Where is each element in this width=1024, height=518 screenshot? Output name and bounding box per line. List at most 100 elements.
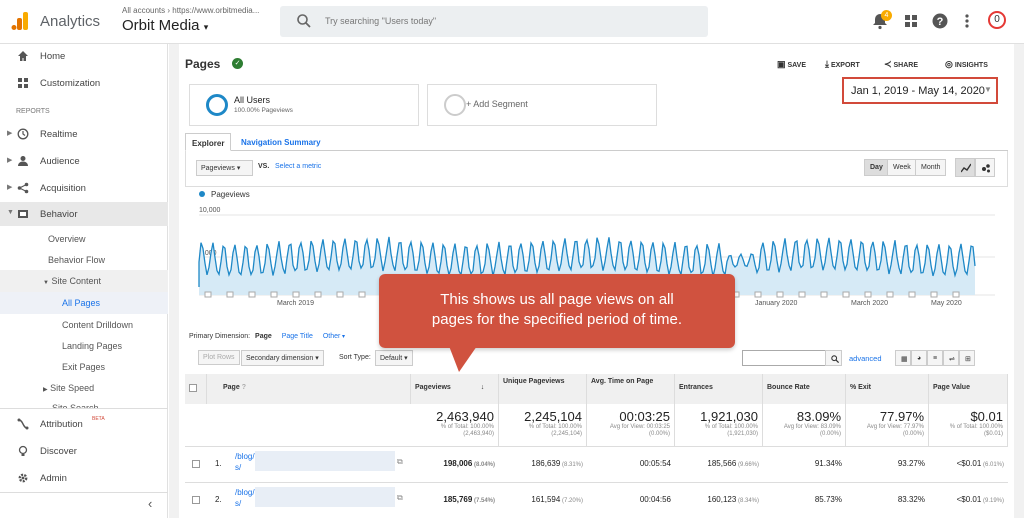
comparison-view-button[interactable]: ⇌ [943, 350, 959, 366]
header-unique-pageviews[interactable]: Unique Pageviews [499, 374, 587, 404]
motion-chart-button[interactable] [975, 158, 995, 177]
empty-segment-ring-icon [444, 94, 466, 116]
metric-select[interactable]: Pageviews ▾ [196, 160, 253, 176]
verified-check-icon: ✓ [232, 58, 243, 69]
annotation-marker[interactable] [798, 291, 806, 298]
page-link[interactable]: /blog/s/ [235, 451, 255, 473]
sidebar-item-landing-pages[interactable]: Landing Pages [62, 341, 122, 351]
apps-grid-icon[interactable] [902, 12, 920, 30]
help-icon[interactable]: ? [931, 12, 949, 30]
annotation-marker[interactable] [292, 291, 300, 298]
home-icon [18, 51, 28, 61]
sidebar-item-overview[interactable]: Overview [48, 234, 86, 244]
annotation-marker[interactable] [270, 291, 278, 298]
header-entrances[interactable]: Entrances [675, 374, 763, 404]
annotation-marker[interactable] [226, 291, 234, 298]
annotation-marker[interactable] [776, 291, 784, 298]
day-button[interactable]: Day [864, 159, 889, 176]
sidebar-item-site-speed[interactable]: ▶ Site Speed [43, 383, 94, 393]
week-button[interactable]: Week [887, 159, 917, 176]
annotation-marker[interactable] [952, 291, 960, 298]
sort-type-select[interactable]: Default ▾ [375, 350, 413, 366]
sidebar-item-content-drilldown[interactable]: Content Drilldown [62, 320, 133, 330]
annotation-marker[interactable] [820, 291, 828, 298]
select-all-checkbox[interactable] [189, 384, 197, 392]
header-avg-time[interactable]: Avg. Time on Page [587, 374, 675, 404]
table-row[interactable]: 1. /blog/s/ ⧉ 198,006 (8.04%) 186,639 (8.31%… [185, 446, 1008, 482]
sidebar-item-behavior[interactable]: ▼ Behavior [0, 202, 168, 226]
header-page[interactable]: Page ? [207, 374, 411, 404]
account-avatar[interactable]: 0 [988, 11, 1006, 29]
callout-line-2: pages for the specified period of time. [431, 311, 683, 328]
row-checkbox[interactable] [192, 460, 200, 468]
page-link[interactable]: /blog/s/ [235, 487, 255, 509]
sidebar-item-label: Admin [40, 473, 67, 484]
header-pageviews[interactable]: Pageviews ↓ [411, 374, 499, 404]
month-button[interactable]: Month [915, 159, 947, 176]
dimension-page[interactable]: Page [255, 333, 272, 340]
export-button[interactable]: ⤓ EXPORT [825, 59, 860, 70]
annotation-marker[interactable] [358, 291, 366, 298]
save-button[interactable]: ▣ SAVE [777, 59, 806, 70]
accounts-breadcrumb[interactable]: All accounts › https://www.orbitmedia... [122, 6, 259, 15]
annotation-marker[interactable] [886, 291, 894, 298]
pie-view-button[interactable]: ◕ [911, 350, 927, 366]
open-page-icon[interactable]: ⧉ [397, 457, 403, 467]
header-bounce-rate[interactable]: Bounce Rate [763, 374, 846, 404]
tab-navigation-summary[interactable]: Navigation Summary [235, 133, 327, 151]
property-selector[interactable]: Orbit Media ▾ [122, 17, 208, 34]
sidebar-item-attribution[interactable]: Attribution BETA [0, 412, 168, 436]
segment-ring-icon [206, 94, 228, 116]
date-range-picker[interactable]: Jan 1, 2019 - May 14, 2020 ▼ [842, 77, 998, 104]
select-metric-link[interactable]: Select a metric [275, 163, 321, 170]
sidebar-item-admin[interactable]: Admin [0, 466, 168, 490]
line-chart-button[interactable] [955, 158, 975, 177]
segment-all-users[interactable]: All Users 100.00% Pageviews [189, 84, 419, 126]
add-segment-button[interactable]: + Add Segment [427, 84, 657, 126]
more-vert-icon[interactable] [958, 12, 976, 30]
annotation-marker[interactable] [908, 291, 916, 298]
total-share: % of Total: 100.00% [528, 424, 582, 430]
table-search-button[interactable] [825, 350, 842, 366]
annotation-marker[interactable] [930, 291, 938, 298]
sidebar-item-customization[interactable]: Customization [0, 71, 168, 95]
annotation-marker[interactable] [314, 291, 322, 298]
annotation-marker[interactable] [842, 291, 850, 298]
sidebar-item-site-content[interactable]: ▼ Site Content [43, 276, 101, 286]
sidebar-divider [0, 408, 168, 409]
insights-button[interactable]: ◎ INSIGHTS [945, 59, 988, 70]
tab-explorer[interactable]: Explorer [185, 133, 232, 151]
sidebar-item-home[interactable]: Home [0, 44, 168, 68]
performance-view-button[interactable]: ≡ [927, 350, 943, 366]
share-button[interactable]: ≺ SHARE [884, 59, 918, 70]
header-page-value[interactable]: Page Value [929, 374, 1008, 404]
annotation-marker[interactable] [248, 291, 256, 298]
header-exit[interactable]: % Exit [846, 374, 929, 404]
annotation-marker[interactable] [336, 291, 344, 298]
sidebar-item-realtime[interactable]: ▶ Realtime [0, 122, 168, 146]
annotation-marker[interactable] [754, 291, 762, 298]
sidebar-item-exit-pages[interactable]: Exit Pages [62, 362, 105, 372]
page-path-tail: s/ [235, 463, 242, 472]
advanced-filter-link[interactable]: advanced [849, 354, 882, 363]
collapse-sidebar-icon[interactable]: ‹ [148, 496, 152, 511]
sidebar-item-audience[interactable]: ▶ Audience [0, 149, 168, 173]
annotation-marker[interactable] [864, 291, 872, 298]
row-checkbox[interactable] [192, 496, 200, 504]
pivot-view-button[interactable]: ⊞ [959, 350, 975, 366]
secondary-dimension-select[interactable]: Secondary dimension ▾ [241, 350, 324, 366]
total-share: % of Total: 100.00% [440, 424, 494, 430]
dimension-page-title[interactable]: Page Title [282, 333, 313, 340]
data-view-button[interactable]: ▦ [895, 350, 911, 366]
analytics-logo-icon[interactable] [10, 11, 30, 31]
dimension-other[interactable]: Other [323, 333, 341, 340]
sidebar-item-all-pages[interactable]: All Pages [62, 298, 100, 308]
sidebar-item-discover[interactable]: Discover [0, 439, 168, 463]
search-input[interactable]: Try searching "Users today" [280, 6, 708, 37]
table-row[interactable]: 2. /blog/s/ ⧉ 185,769 (7.54%) 161,594 (7.20%… [185, 482, 1008, 518]
annotation-marker[interactable] [204, 291, 212, 298]
plot-rows-button[interactable]: Plot Rows [198, 350, 240, 365]
sidebar-item-acquisition[interactable]: ▶ Acquisition [0, 176, 168, 200]
open-page-icon[interactable]: ⧉ [397, 493, 403, 503]
sidebar-item-behavior-flow[interactable]: Behavior Flow [48, 255, 105, 265]
